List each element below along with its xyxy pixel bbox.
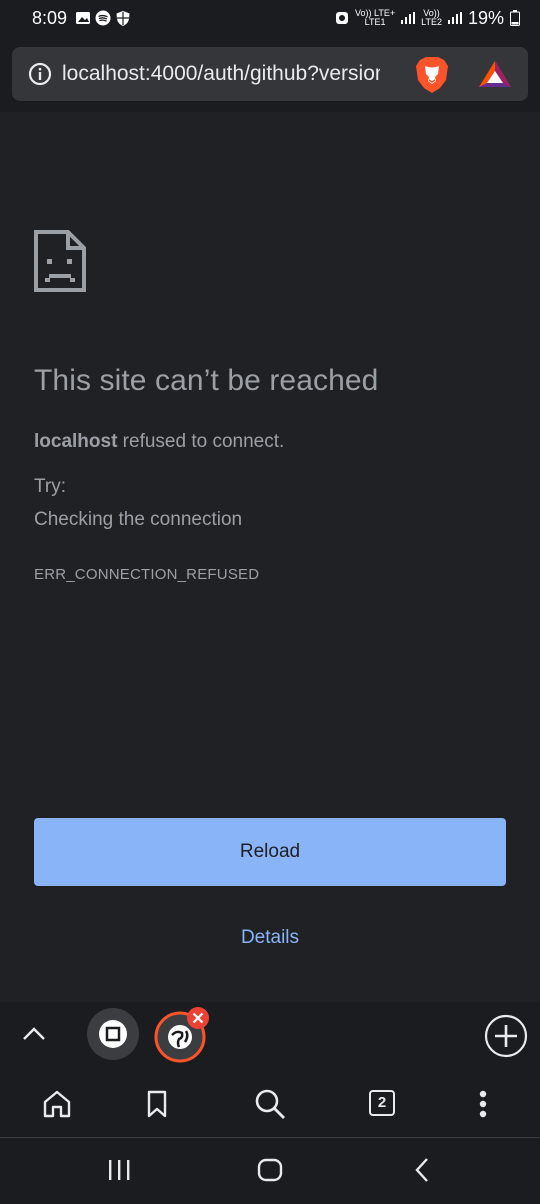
suggestion-item: Checking the connection (34, 509, 243, 530)
tab-thumbnail-square[interactable] (87, 1008, 139, 1060)
signal-icon (447, 12, 462, 24)
sim1-label: LTE1 (364, 17, 386, 27)
status-right: Vo)) LTE+ LTE1 Vo)) LTE2 19% (335, 8, 520, 29)
url-text[interactable]: localhost:4000/auth/github?version (62, 62, 380, 86)
notification-icons (75, 10, 131, 27)
signal-icon (401, 12, 416, 24)
try-label: Try: (34, 476, 67, 497)
spotify-icon (95, 10, 111, 26)
error-code: ERR_CONNECTION_REFUSED (34, 566, 260, 583)
browser-toolbar: localhost:4000/auth/github?version (0, 36, 540, 112)
close-tab-icon[interactable] (186, 1006, 210, 1030)
error-host: localhost (34, 431, 118, 452)
bottom-toolbar: 2 (0, 1068, 540, 1138)
tab-strip (0, 1002, 540, 1068)
info-icon[interactable] (28, 62, 52, 86)
details-button[interactable]: Details (0, 927, 540, 949)
home-icon[interactable] (42, 1089, 72, 1119)
bookmark-icon[interactable] (146, 1090, 168, 1118)
battery-percent: 19% (467, 7, 504, 28)
sim2-indicator: Vo)) LTE2 (421, 9, 442, 27)
battery-icon (510, 10, 520, 26)
chevron-up-icon[interactable] (22, 1026, 46, 1042)
reload-button[interactable]: Reload (34, 818, 506, 886)
brave-lion-icon[interactable] (414, 56, 450, 94)
error-page: This site can’t be reached localhost ref… (0, 112, 540, 1002)
shield-icon (116, 10, 130, 26)
add-tab-icon[interactable] (484, 1014, 528, 1058)
nav-home-icon[interactable] (257, 1158, 283, 1182)
sim1-indicator: Vo)) LTE+ LTE1 (355, 9, 395, 27)
status-bar: 8:09 Vo)) LTE+ LTE1 Vo)) LTE2 19% (0, 0, 540, 36)
gallery-icon (76, 12, 91, 24)
search-icon[interactable] (254, 1088, 286, 1120)
tab-switcher-button[interactable]: 2 (369, 1090, 395, 1116)
error-message-text: refused to connect. (117, 431, 285, 452)
error-heading: This site can’t be reached (34, 364, 379, 397)
url-bar[interactable]: localhost:4000/auth/github?version (12, 47, 528, 101)
system-nav-bar (0, 1138, 540, 1204)
error-message: localhost refused to connect. (34, 431, 284, 453)
bat-rewards-icon[interactable] (478, 59, 512, 89)
nav-back-icon[interactable] (412, 1157, 432, 1183)
recent-apps-icon[interactable] (106, 1159, 132, 1181)
sad-page-icon (34, 230, 86, 292)
more-vert-icon[interactable] (476, 1090, 490, 1118)
data-saver-icon (336, 12, 349, 24)
status-time: 8:09 (32, 7, 68, 28)
sim2-label: LTE2 (421, 17, 442, 27)
